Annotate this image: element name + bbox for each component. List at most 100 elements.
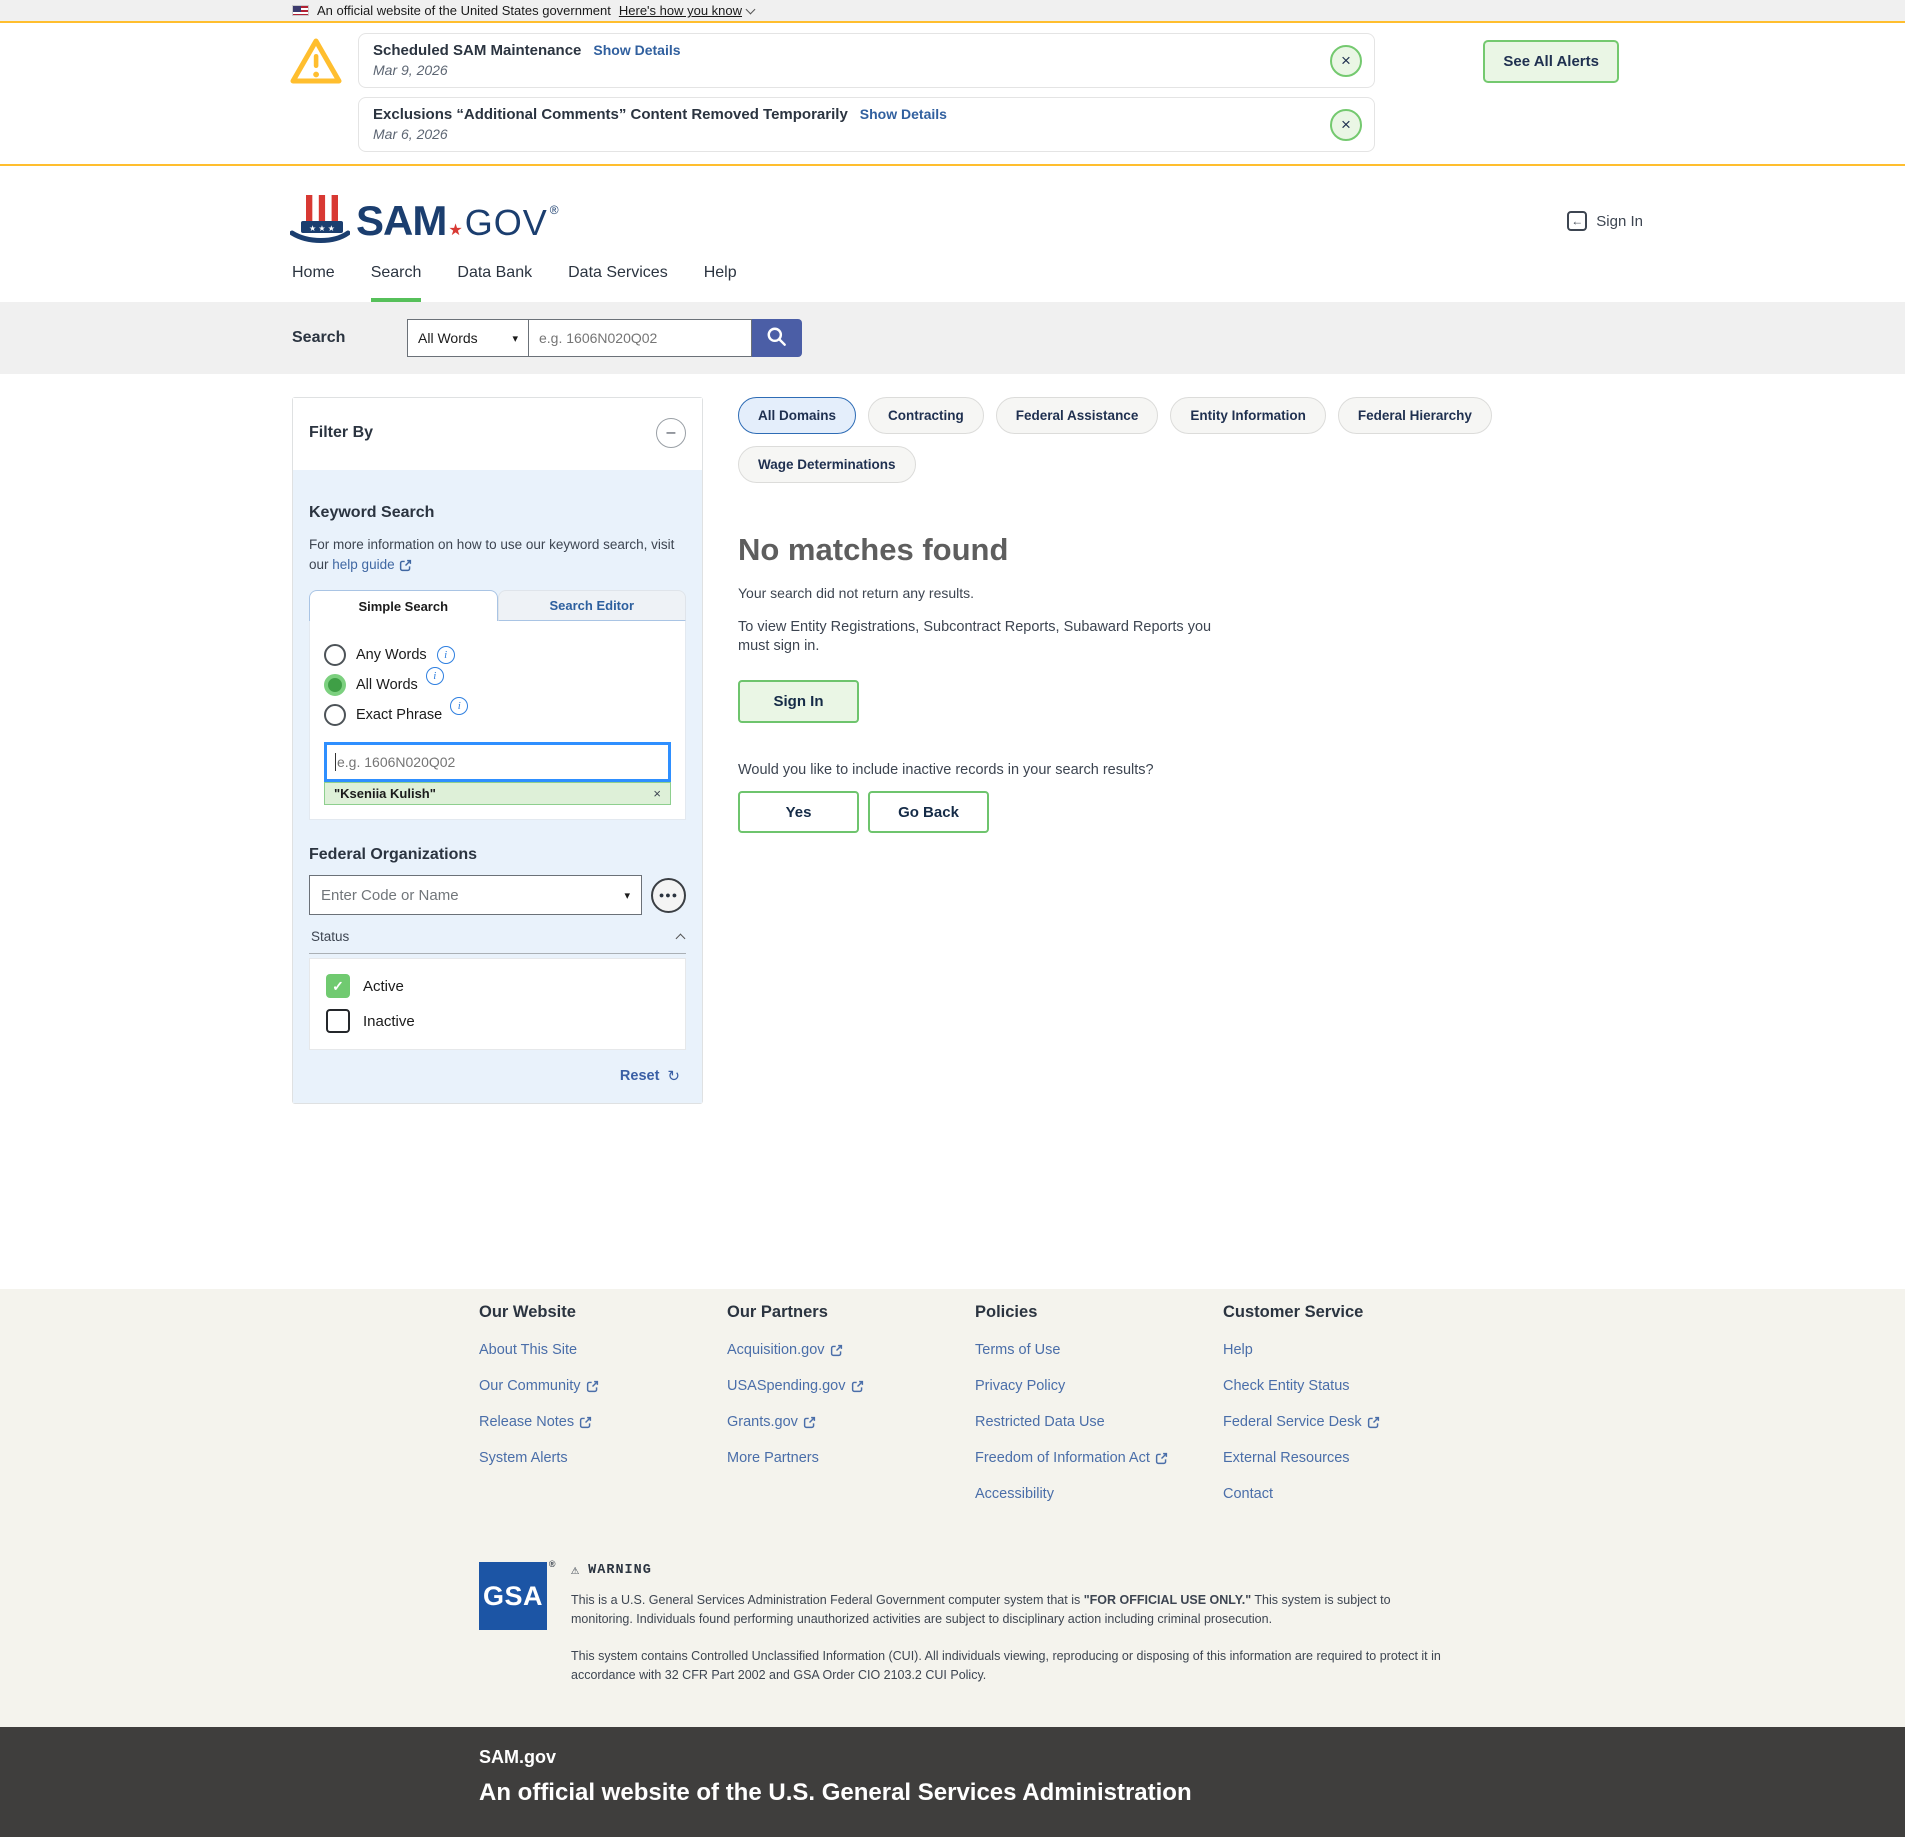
footer-link-restricted-data-use[interactable]: Restricted Data Use (975, 1414, 1223, 1430)
header-sign-in-link[interactable]: ← Sign In (1567, 211, 1643, 231)
domain-tab-all-domains[interactable]: All Domains (738, 397, 856, 434)
header-sign-in-label: Sign In (1596, 213, 1643, 230)
footer-col-policies: Policies Terms of Use Privacy Policy Res… (975, 1303, 1223, 1522)
nav-item-data-bank[interactable]: Data Bank (457, 264, 532, 302)
info-icon[interactable]: i (426, 667, 444, 685)
reset-refresh-icon[interactable]: ↻ (667, 1067, 680, 1085)
logo-star-icon: ★ (448, 220, 462, 240)
footer-link-label: Terms of Use (975, 1342, 1060, 1358)
footer-link-about-this-site[interactable]: About This Site (479, 1342, 727, 1358)
footer-link-system-alerts[interactable]: System Alerts (479, 1450, 727, 1466)
footer-link-our-community[interactable]: Our Community (479, 1378, 727, 1394)
domain-tab-wage-determinations[interactable]: Wage Determinations (738, 446, 916, 483)
main-nav: Home Search Data Bank Data Services Help (0, 264, 1905, 302)
logo-sam-text: SAM (356, 197, 446, 245)
footer-link-label: Grants.gov (727, 1414, 798, 1430)
search-submit-button[interactable] (752, 319, 802, 357)
tab-simple-search[interactable]: Simple Search (309, 590, 498, 621)
footer-link-foia[interactable]: Freedom of Information Act (975, 1450, 1223, 1466)
sign-in-enter-icon: ← (1567, 211, 1587, 231)
checkbox-active-label: Active (363, 978, 404, 995)
help-guide-link[interactable]: help guide (332, 555, 411, 575)
status-label: Status (311, 929, 349, 944)
radio-exact-phrase-label: Exact Phrase (356, 707, 442, 723)
checkbox-inactive[interactable] (326, 1009, 350, 1033)
alert-title: Scheduled SAM Maintenance (373, 42, 581, 59)
footer-link-help[interactable]: Help (1223, 1342, 1471, 1358)
help-guide-label: help guide (332, 555, 394, 575)
footer-link-grants-gov[interactable]: Grants.gov (727, 1414, 975, 1430)
reset-filters-link[interactable]: Reset (620, 1068, 660, 1084)
search-mode-select[interactable]: All Words ▾ (407, 319, 529, 357)
alert-close-button[interactable]: × (1330, 109, 1362, 141)
chip-remove-icon[interactable]: × (653, 786, 661, 801)
footer-col-heading: Policies (975, 1303, 1223, 1322)
external-link-icon (803, 1416, 816, 1429)
footer-link-more-partners[interactable]: More Partners (727, 1450, 975, 1466)
yes-button[interactable]: Yes (738, 791, 859, 833)
how-you-know-link[interactable]: Here's how you know (619, 3, 754, 18)
federal-org-combobox[interactable]: Enter Code or Name ▾ (309, 875, 642, 915)
footer-col-our-partners: Our Partners Acquisition.gov USASpending… (727, 1303, 975, 1522)
sam-gov-logo[interactable]: ★ ★ ★ SAM ★ GOV ® (290, 193, 559, 250)
footer-link-usaspending-gov[interactable]: USASpending.gov (727, 1378, 975, 1394)
simple-search-panel: Any Words i All Words i Exact Phrase i (309, 621, 686, 820)
radio-any-words[interactable] (324, 644, 346, 666)
footer-link-label: System Alerts (479, 1450, 568, 1466)
nav-item-data-services[interactable]: Data Services (568, 264, 668, 302)
info-icon[interactable]: i (450, 697, 468, 715)
gov-banner: An official website of the United States… (0, 0, 1905, 23)
svg-text:★ ★ ★: ★ ★ ★ (309, 224, 335, 233)
identity-footer: SAM.gov An official website of the U.S. … (0, 1727, 1905, 1837)
filter-collapse-button[interactable]: – (656, 418, 686, 448)
radio-any-words-label: Any Words (356, 647, 427, 663)
nav-item-search[interactable]: Search (371, 264, 422, 302)
footer-link-terms-of-use[interactable]: Terms of Use (975, 1342, 1223, 1358)
domain-tab-contracting[interactable]: Contracting (868, 397, 984, 434)
footer-link-federal-service-desk[interactable]: Federal Service Desk (1223, 1414, 1471, 1430)
chevron-up-icon (676, 934, 686, 944)
warning-paragraph-1: This is a U.S. General Services Administ… (571, 1591, 1451, 1629)
alerts-section: Scheduled SAM Maintenance Show Details M… (0, 23, 1905, 166)
warning-fouo: "FOR OFFICIAL USE ONLY." (1084, 1593, 1251, 1607)
site-footer: Our Website About This Site Our Communit… (0, 1289, 1905, 1727)
alert-close-button[interactable]: × (1330, 45, 1362, 77)
sign-in-button[interactable]: Sign In (738, 680, 859, 723)
see-all-alerts-button[interactable]: See All Alerts (1483, 40, 1619, 83)
checkbox-active[interactable]: ✓ (326, 974, 350, 998)
inactive-records-question: Would you like to include inactive recor… (738, 762, 1615, 778)
alert-date: Mar 6, 2026 (373, 126, 1360, 142)
warning-title: WARNING (588, 1563, 652, 1578)
federal-org-more-button[interactable]: ●●● (651, 878, 686, 913)
caret-down-icon: ▾ (512, 332, 518, 345)
footer-link-privacy-policy[interactable]: Privacy Policy (975, 1378, 1223, 1394)
footer-link-label: More Partners (727, 1450, 819, 1466)
footer-link-check-entity-status[interactable]: Check Entity Status (1223, 1378, 1471, 1394)
footer-link-acquisition-gov[interactable]: Acquisition.gov (727, 1342, 975, 1358)
go-back-button[interactable]: Go Back (868, 791, 989, 833)
footer-link-accessibility[interactable]: Accessibility (975, 1486, 1223, 1502)
footer-link-contact[interactable]: Contact (1223, 1486, 1471, 1502)
radio-all-words[interactable] (324, 674, 346, 696)
info-icon[interactable]: i (437, 646, 455, 664)
radio-exact-phrase[interactable] (324, 704, 346, 726)
nav-item-help[interactable]: Help (704, 264, 737, 302)
domain-tab-federal-hierarchy[interactable]: Federal Hierarchy (1338, 397, 1492, 434)
footer-col-customer-service: Customer Service Help Check Entity Statu… (1223, 1303, 1471, 1522)
alert-show-details-link[interactable]: Show Details (593, 42, 680, 58)
status-section-toggle[interactable]: Status (309, 929, 686, 954)
nav-item-home[interactable]: Home (292, 264, 335, 302)
footer-link-label: External Resources (1223, 1450, 1350, 1466)
footer-link-release-notes[interactable]: Release Notes (479, 1414, 727, 1430)
domain-tab-federal-assistance[interactable]: Federal Assistance (996, 397, 1159, 434)
domain-tab-entity-information[interactable]: Entity Information (1170, 397, 1326, 434)
external-link-icon (1155, 1452, 1168, 1465)
global-search-input[interactable] (529, 319, 752, 357)
footer-link-external-resources[interactable]: External Resources (1223, 1450, 1471, 1466)
keyword-input[interactable]: e.g. 1606N020Q02 (324, 742, 671, 782)
page: An official website of the United States… (0, 0, 1905, 1837)
warning-block: ⚠ WARNING This is a U.S. General Service… (571, 1562, 1451, 1685)
alert-show-details-link[interactable]: Show Details (860, 106, 947, 122)
filter-panel: Filter By – Keyword Search For more info… (292, 397, 703, 1104)
tab-search-editor[interactable]: Search Editor (498, 590, 687, 621)
